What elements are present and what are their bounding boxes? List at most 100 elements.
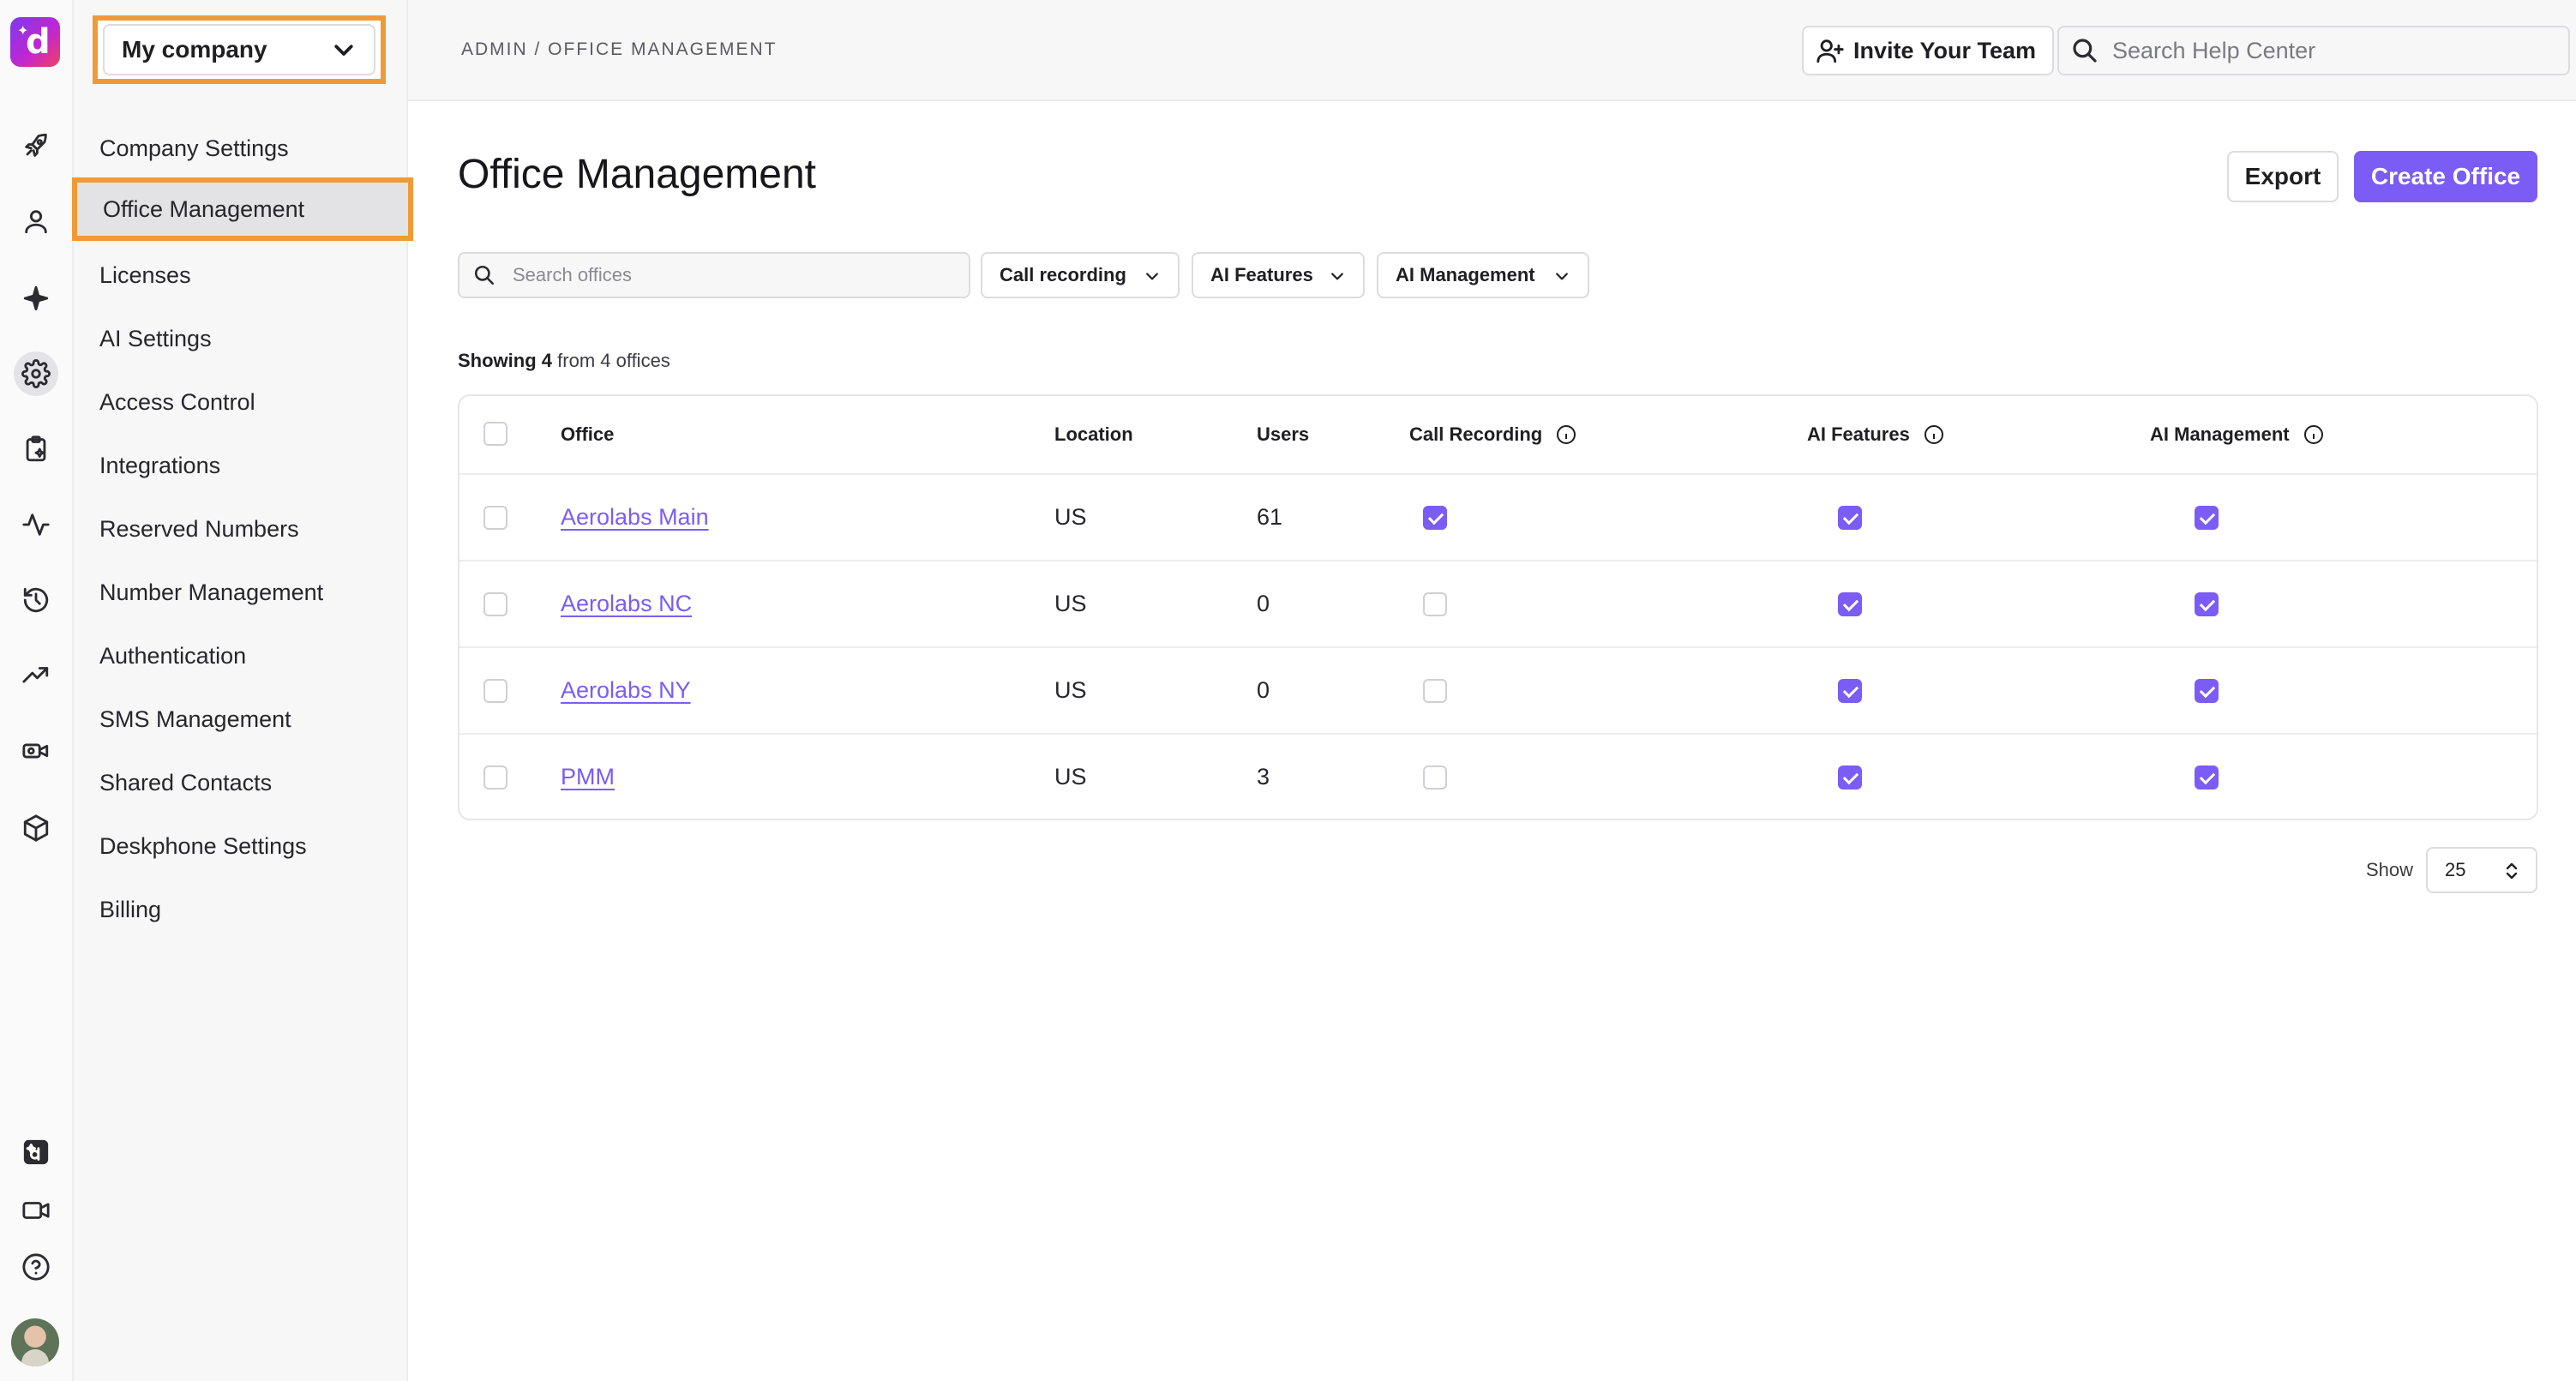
sidebar-item-ai-settings[interactable]: AI Settings (74, 307, 408, 370)
sidebar-item-integrations[interactable]: Integrations (74, 434, 408, 497)
row-select-checkbox[interactable] (483, 679, 507, 703)
sidebar-item-reserved-numbers[interactable]: Reserved Numbers (74, 497, 408, 561)
column-call-recording-label: Call Recording (1409, 423, 1543, 445)
dialpad-logo[interactable]: ✦ d (10, 17, 60, 67)
ai-management-checkbox[interactable] (2195, 506, 2219, 530)
sidebar-item-office-management[interactable]: Office Management (72, 177, 413, 241)
table-row[interactable]: Aerolabs Main US 61 (459, 475, 2537, 561)
sidebar-item-access-control[interactable]: Access Control (74, 370, 408, 434)
search-icon (2073, 39, 2097, 63)
sidebar-item-licenses[interactable]: Licenses (74, 243, 408, 307)
sidebar-item-authentication[interactable]: Authentication (74, 624, 408, 687)
activity-icon[interactable] (14, 502, 58, 547)
avatar[interactable] (11, 1318, 59, 1366)
row-select-checkbox[interactable] (483, 506, 507, 530)
chevron-down-icon (1331, 273, 1343, 280)
call-recording-checkbox[interactable] (1423, 506, 1447, 530)
rocket-icon[interactable] (14, 123, 58, 168)
column-call-recording[interactable]: Call Recording (1409, 423, 1576, 446)
sidebar-item-shared-contacts[interactable]: Shared Contacts (74, 751, 408, 814)
search-offices-input[interactable]: Search offices (458, 252, 970, 298)
box-icon[interactable] (14, 806, 58, 850)
page-size-value: 25 (2445, 859, 2466, 880)
export-button[interactable]: Export (2227, 151, 2339, 202)
column-office[interactable]: Office (561, 423, 614, 446)
help-icon[interactable] (14, 1245, 58, 1289)
results-count: Showing 4 from 4 offices (458, 350, 670, 372)
user-plus-icon (1816, 39, 1844, 63)
table-row[interactable]: Aerolabs NY US 0 (459, 648, 2537, 735)
user-icon[interactable] (14, 199, 58, 243)
ai-features-checkbox[interactable] (1838, 679, 1862, 703)
column-ai-features[interactable]: AI Features (1807, 423, 1944, 446)
showing-suffix: from 4 offices (557, 350, 670, 371)
office-users: 3 (1257, 764, 1270, 790)
sparkle-icon[interactable] (14, 276, 58, 321)
video-ai-icon[interactable] (14, 729, 58, 773)
chevron-down-icon (334, 45, 353, 56)
clipboard-icon[interactable] (14, 427, 58, 471)
page-title: Office Management (458, 152, 817, 197)
row-select-checkbox[interactable] (483, 766, 507, 790)
ai-management-checkbox[interactable] (2195, 766, 2219, 790)
office-location: US (1054, 677, 1087, 703)
column-ai-management-label: AI Management (2150, 423, 2290, 445)
office-users: 0 (1257, 591, 1270, 616)
trending-icon[interactable] (14, 653, 58, 698)
settings-sidebar: My company Company Settings Office Manag… (72, 0, 413, 1381)
ai-features-checkbox[interactable] (1838, 766, 1862, 790)
top-bar: ADMIN / OFFICE MANAGEMENT Invite Your Te… (408, 0, 2576, 101)
chevron-down-icon (1556, 273, 1568, 280)
filter-ai-management-label: AI Management (1396, 264, 1535, 285)
filter-ai-features[interactable]: AI Features (1192, 252, 1365, 298)
page-size-select[interactable]: 25 (2426, 847, 2537, 893)
sidebar-item-sms-management[interactable]: SMS Management (74, 687, 408, 751)
filter-ai-management[interactable]: AI Management (1377, 252, 1589, 298)
create-office-button[interactable]: Create Office (2354, 151, 2537, 202)
office-link[interactable]: PMM (561, 764, 615, 790)
info-icon[interactable] (1556, 424, 1576, 445)
video-icon[interactable] (14, 1188, 58, 1233)
call-recording-checkbox[interactable] (1423, 592, 1447, 616)
call-recording-checkbox[interactable] (1423, 679, 1447, 703)
column-users[interactable]: Users (1257, 423, 1309, 446)
gear-icon[interactable] (14, 351, 58, 396)
history-icon[interactable] (14, 578, 58, 622)
chevron-up-down-icon (2506, 862, 2518, 880)
table-row[interactable]: Aerolabs NC US 0 (459, 561, 2537, 648)
company-select[interactable]: My company (103, 24, 375, 75)
search-offices-placeholder: Search offices (513, 264, 633, 285)
office-users: 0 (1257, 677, 1270, 703)
sidebar-item-billing[interactable]: Billing (74, 878, 408, 941)
chevron-down-icon (1146, 273, 1158, 280)
ai-features-checkbox[interactable] (1838, 506, 1862, 530)
page-size-label: Show (2366, 859, 2414, 880)
column-ai-features-label: AI Features (1807, 423, 1910, 445)
office-link[interactable]: Aerolabs NY (561, 677, 691, 704)
column-location[interactable]: Location (1054, 423, 1133, 446)
sidebar-item-deskphone-settings[interactable]: Deskphone Settings (74, 814, 408, 878)
company-select-highlight: My company (93, 15, 386, 84)
invite-team-button[interactable]: Invite Your Team (1802, 26, 2054, 75)
ai-management-checkbox[interactable] (2195, 679, 2219, 703)
office-link[interactable]: Aerolabs NC (561, 591, 692, 617)
row-select-checkbox[interactable] (483, 592, 507, 616)
dialpad-ai-icon[interactable] (14, 1130, 58, 1174)
office-location: US (1054, 591, 1087, 616)
info-icon[interactable] (1924, 424, 1944, 445)
table-row[interactable]: PMM US 3 (459, 735, 2537, 821)
info-icon[interactable] (2303, 424, 2324, 445)
help-center-search[interactable]: Search Help Center (2057, 26, 2570, 75)
column-ai-management[interactable]: AI Management (2150, 423, 2324, 446)
breadcrumb: ADMIN / OFFICE MANAGEMENT (461, 39, 778, 59)
office-link[interactable]: Aerolabs Main (561, 504, 709, 531)
showing-prefix: Showing (458, 350, 537, 371)
sidebar-item-number-management[interactable]: Number Management (74, 561, 408, 624)
ai-features-checkbox[interactable] (1838, 592, 1862, 616)
sidebar-item-company-settings[interactable]: Company Settings (74, 117, 408, 180)
select-all-checkbox[interactable] (483, 422, 507, 446)
filter-call-recording[interactable]: Call recording (981, 252, 1180, 298)
call-recording-checkbox[interactable] (1423, 766, 1447, 790)
ai-management-checkbox[interactable] (2195, 592, 2219, 616)
invite-team-label: Invite Your Team (1853, 37, 2037, 63)
